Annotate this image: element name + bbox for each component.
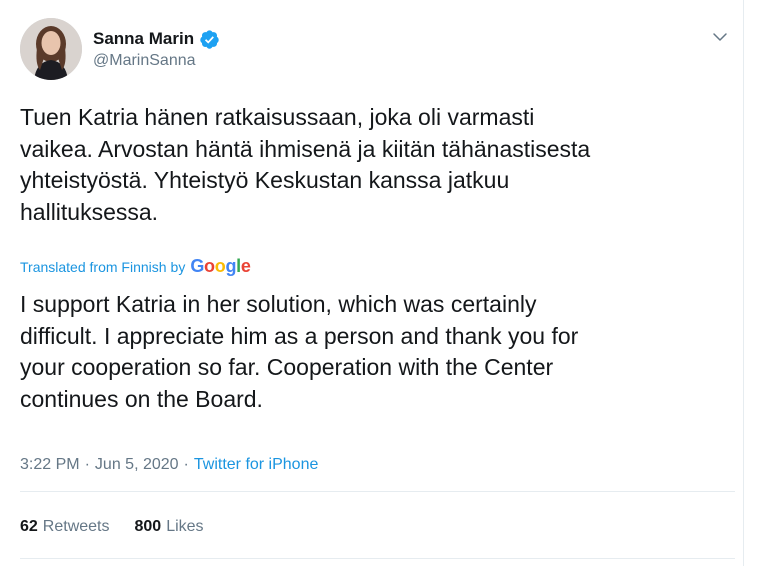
translation-attribution[interactable]: Translated from Finnish by Google: [20, 256, 251, 277]
tweet-card: Sanna Marin @MarinSanna Tuen Katria häne…: [0, 0, 744, 566]
tweet-header: Sanna Marin @MarinSanna: [20, 18, 735, 82]
tweet-translated-text: I support Katria in her solution, which …: [20, 291, 579, 412]
likes-label: Likes: [166, 518, 204, 535]
chevron-down-icon[interactable]: [711, 28, 729, 46]
verified-badge-icon: [200, 29, 219, 49]
author-name[interactable]: Sanna Marin: [93, 29, 194, 49]
divider: [20, 491, 735, 492]
tweet-source-link[interactable]: Twitter for iPhone: [194, 456, 319, 474]
translation-label: Translated from Finnish: [20, 258, 167, 275]
avatar[interactable]: [20, 18, 82, 80]
avatar-image: [20, 18, 82, 80]
tweet-meta: 3:22 PM · Jun 5, 2020 · Twitter for iPho…: [20, 456, 318, 474]
author-block: Sanna Marin @MarinSanna: [93, 28, 220, 70]
likes-count: 800: [134, 518, 162, 535]
tweet-time[interactable]: 3:22 PM: [20, 456, 80, 474]
translation-by: by: [170, 258, 186, 275]
retweets-label: Retweets: [42, 518, 110, 535]
author-name-row: Sanna Marin: [93, 28, 220, 50]
author-handle[interactable]: @MarinSanna: [93, 52, 220, 70]
google-logo: Google: [190, 256, 251, 276]
retweets-count: 62: [20, 518, 38, 535]
tweet-date[interactable]: Jun 5, 2020: [95, 456, 179, 474]
divider: [20, 558, 735, 559]
tweet-stats: 62 Retweets 800 Likes: [20, 518, 204, 536]
tweet-original-text: Tuen Katria hänen ratkaisussaan, joka ol…: [20, 104, 591, 225]
retweets-stat[interactable]: 62 Retweets: [20, 518, 110, 536]
likes-stat[interactable]: 800 Likes: [135, 518, 204, 536]
meta-separator: ·: [183, 456, 189, 473]
meta-separator: ·: [84, 456, 90, 473]
